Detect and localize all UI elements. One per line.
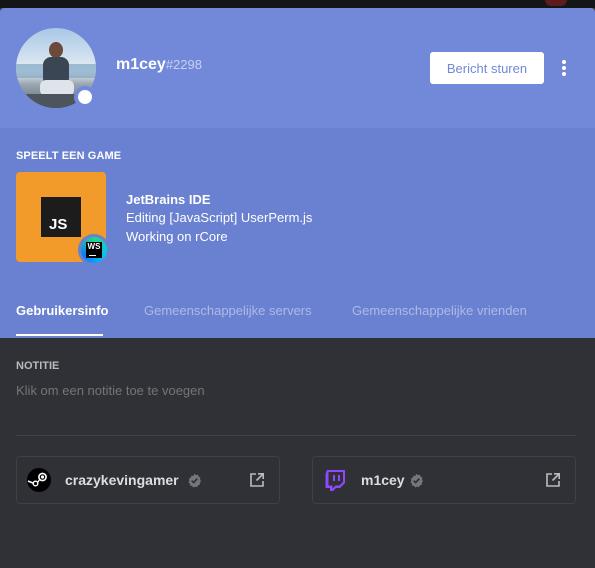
more-options-icon[interactable]: [556, 56, 572, 80]
steam-icon: [27, 468, 51, 492]
user-profile-modal: m1cey#2298 Bericht sturen SPEELT EEN GAM…: [0, 8, 595, 568]
activity-section-title: SPEELT EEN GAME: [16, 150, 122, 162]
webstorm-logo-icon: WS: [81, 237, 107, 263]
active-tab-underline: [16, 334, 103, 336]
section-divider: [16, 435, 576, 436]
profile-username: m1cey#2298: [116, 55, 202, 75]
javascript-logo-icon: JS: [41, 197, 81, 237]
username-text: m1cey: [116, 56, 166, 73]
game-details: Editing [JavaScript] UserPerm.js: [126, 210, 313, 225]
avatar-wrapper[interactable]: [16, 28, 96, 108]
game-state: Working on rCore: [126, 229, 228, 244]
js-logo-text: JS: [49, 216, 68, 233]
verified-icon: [188, 473, 202, 488]
connected-account-steam[interactable]: crazykevingamer: [16, 456, 280, 504]
twitch-account-name: m1cey: [361, 472, 405, 488]
background-close-hint: [545, 0, 567, 6]
twitch-icon: [325, 470, 345, 491]
external-link-icon[interactable]: [545, 472, 561, 488]
game-small-image: WS: [78, 234, 110, 266]
tab-mutual-servers[interactable]: Gemeenschappelijke servers: [144, 303, 312, 318]
note-title: NOTITIE: [16, 360, 60, 372]
verified-icon: [410, 473, 424, 488]
discriminator: #2298: [165, 57, 202, 72]
profile-tabs: Gebruikersinfo Gemeenschappelijke server…: [0, 294, 595, 338]
tab-mutual-friends[interactable]: Gemeenschappelijke vrienden: [352, 303, 527, 318]
ws-logo-text: WS: [86, 242, 102, 258]
tab-user-info[interactable]: Gebruikersinfo: [16, 303, 108, 318]
app-root: m1cey#2298 Bericht sturen SPEELT EEN GAM…: [0, 0, 595, 568]
game-name: JetBrains IDE: [126, 192, 211, 207]
avatar-person-head: [49, 42, 63, 58]
background-app-strip: [0, 0, 595, 8]
connected-account-twitch[interactable]: m1cey: [312, 456, 576, 504]
profile-body: NOTITIE crazykevingamer: [0, 338, 595, 568]
send-message-button[interactable]: Bericht sturen: [430, 52, 544, 84]
status-indicator: [74, 86, 96, 108]
external-link-icon[interactable]: [249, 472, 265, 488]
steam-account-name: crazykevingamer: [65, 472, 179, 488]
note-input[interactable]: [16, 380, 576, 400]
profile-header: m1cey#2298 Bericht sturen: [0, 8, 595, 128]
status-online-dot: [78, 90, 92, 104]
